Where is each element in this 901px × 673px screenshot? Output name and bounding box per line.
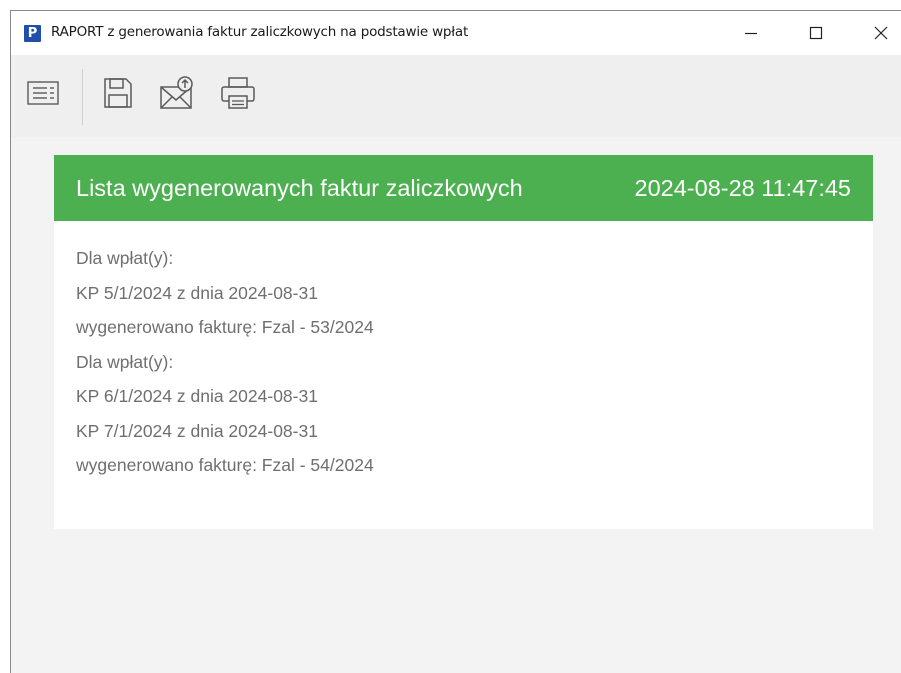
maximize-icon	[809, 26, 823, 40]
report-line: wygenerowano fakturę: Fzal - 53/2024	[76, 317, 374, 337]
title-bar[interactable]: P RAPORT z generowania faktur zaliczkowy…	[11, 11, 901, 55]
report-window: P RAPORT z generowania faktur zaliczkowy…	[10, 10, 901, 673]
report-line: KP 6/1/2024 z dnia 2024-08-31	[76, 386, 318, 406]
maximize-button[interactable]	[786, 11, 846, 55]
report-line: Dla wpłat(y):	[76, 248, 174, 268]
toolbar-separator	[82, 69, 83, 125]
toolbar	[11, 55, 901, 137]
close-icon	[874, 26, 888, 40]
report-body: Dla wpłat(y): KP 5/1/2024 z dnia 2024-08…	[54, 221, 873, 490]
window-title: RAPORT z generowania faktur zaliczkowych…	[51, 24, 469, 40]
minimize-button[interactable]	[721, 11, 781, 55]
report-panel: Lista wygenerowanych faktur zaliczkowych…	[54, 155, 873, 529]
minimize-icon	[745, 32, 757, 35]
save-icon	[104, 78, 132, 108]
app-logo-icon: P	[24, 25, 41, 42]
print-button[interactable]	[218, 73, 258, 113]
send-email-button[interactable]	[158, 73, 198, 113]
report-line: KP 5/1/2024 z dnia 2024-08-31	[76, 282, 318, 303]
report-header: Lista wygenerowanych faktur zaliczkowych…	[54, 155, 873, 221]
list-view-button[interactable]	[23, 73, 63, 113]
report-datetime: 2024-08-28 11:47:45	[634, 174, 851, 201]
close-button[interactable]	[851, 11, 901, 55]
report-line: Dla wpłat(y):	[76, 351, 174, 372]
report-line: wygenerowano fakturę: Fzal - 54/2024	[76, 455, 374, 475]
send-mail-icon	[160, 76, 193, 109]
save-button[interactable]	[98, 73, 138, 113]
report-line: KP 7/1/2024 z dnia 2024-08-31	[76, 420, 318, 441]
list-icon	[27, 81, 59, 105]
print-icon	[221, 77, 255, 109]
report-title: Lista wygenerowanych faktur zaliczkowych	[76, 174, 523, 201]
